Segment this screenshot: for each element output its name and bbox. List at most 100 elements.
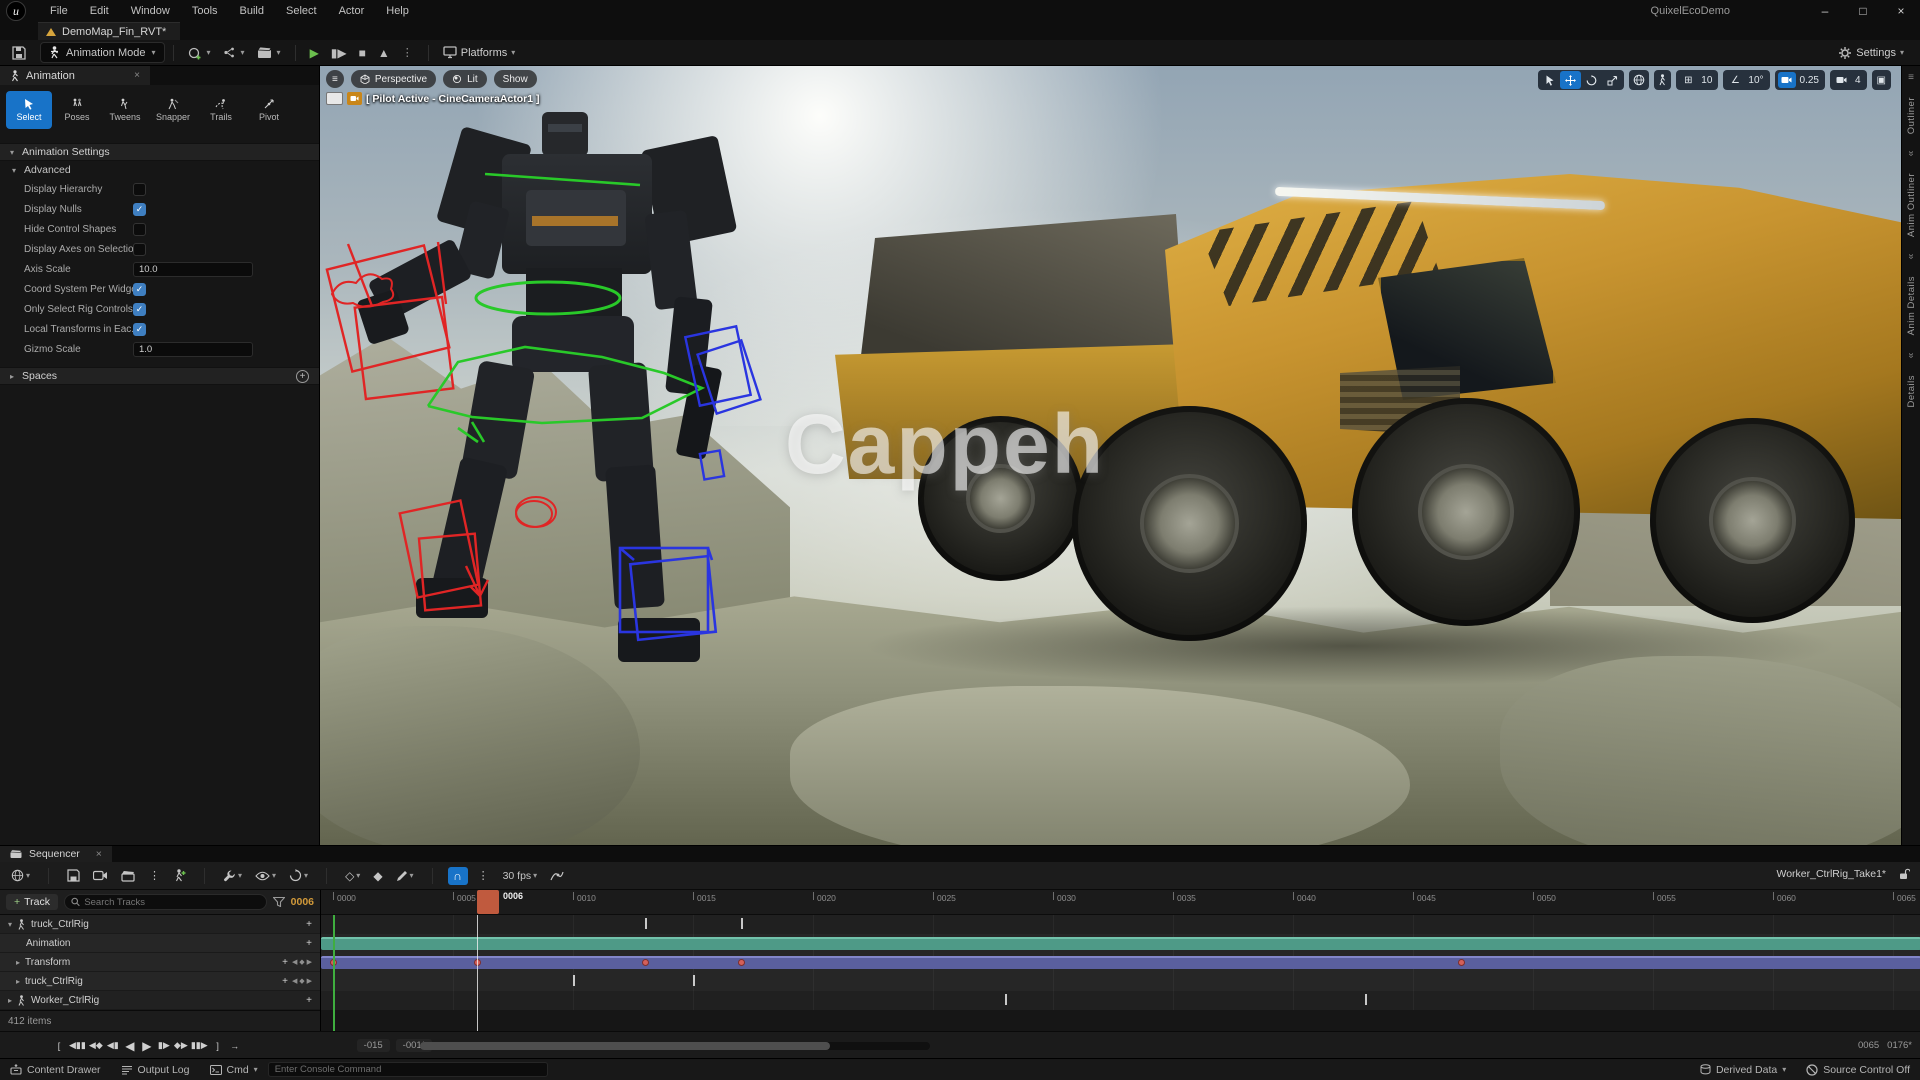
transport-next-frame-button[interactable]: ▮▶: [157, 1038, 171, 1054]
sequencer-tab[interactable]: Sequencer ×: [0, 846, 112, 862]
fps-dropdown[interactable]: 30 fps ▾: [500, 868, 541, 884]
sequence-name[interactable]: Worker_CtrlRig_Take1*: [1776, 868, 1886, 880]
checkbox[interactable]: [133, 243, 146, 256]
move-tool-button[interactable]: [1560, 71, 1581, 89]
chevron-right-icon[interactable]: ▸: [8, 996, 12, 1005]
transport-next-key-button[interactable]: ◆▶: [174, 1038, 188, 1054]
track-row-animation[interactable]: Animation +: [0, 934, 320, 953]
playhead-line[interactable]: [477, 915, 478, 1031]
add-track-button[interactable]: + Track: [6, 894, 58, 910]
level-tab[interactable]: DemoMap_Fin_RVT*: [38, 22, 180, 40]
close-icon[interactable]: ×: [96, 848, 102, 860]
scale-tool-button[interactable]: [1602, 71, 1623, 89]
tab-anim-outliner[interactable]: Anim Outliner: [1906, 173, 1917, 237]
checkbox[interactable]: ✓: [133, 303, 146, 316]
view-options-dropdown[interactable]: ▾: [252, 869, 279, 883]
add-key-button[interactable]: +: [282, 957, 288, 968]
tab-anim-details[interactable]: Anim Details: [1906, 276, 1917, 335]
platforms-dropdown[interactable]: Platforms ▾: [437, 43, 521, 62]
add-section-button[interactable]: +: [306, 919, 312, 930]
play-button[interactable]: ▶: [304, 43, 325, 63]
key-tick[interactable]: [645, 918, 647, 929]
edit-options-dropdown[interactable]: ▾: [393, 868, 417, 884]
key-navigation[interactable]: ◀ ◆ ▶: [292, 958, 312, 966]
keyframe-dot[interactable]: [1458, 959, 1465, 966]
transport-prev-frame-button[interactable]: ◀▮: [106, 1038, 120, 1054]
track-row-worker-ctrlrig[interactable]: ▸ Worker_CtrlRig +: [0, 991, 320, 1010]
mode-tweens-button[interactable]: Tweens: [102, 91, 148, 129]
skeleton-toggle-button[interactable]: [1654, 70, 1671, 90]
timeline[interactable]: 0000000500100015002000250030003500400045…: [320, 890, 1920, 1031]
transport-to-front-button[interactable]: [: [52, 1038, 66, 1054]
lock-icon[interactable]: [1898, 868, 1910, 880]
track-search[interactable]: [64, 894, 267, 910]
snap-toggle-button[interactable]: ∩: [448, 867, 468, 885]
transport-step-back-frames-button[interactable]: ◀▮▮: [69, 1038, 86, 1054]
stop-button[interactable]: ■: [353, 43, 372, 63]
close-icon[interactable]: ×: [134, 70, 140, 81]
auto-key-button[interactable]: ◆: [370, 867, 385, 885]
viewport[interactable]: Cappeh ≡ Perspective Lit Show [ Pilot Ac…: [320, 66, 1901, 845]
add-actor-dropdown[interactable]: ▾: [182, 43, 217, 63]
transport-loop-mode-button[interactable]: →: [228, 1038, 242, 1054]
checkbox[interactable]: ✓: [133, 323, 146, 336]
range-start-field[interactable]: -015: [357, 1039, 390, 1052]
content-drawer-button[interactable]: Content Drawer: [0, 1059, 111, 1080]
playhead-handle[interactable]: [477, 890, 499, 914]
editor-mode-dropdown[interactable]: Animation Mode ▾: [40, 42, 165, 63]
grid-snap-control[interactable]: ⊞ 10: [1676, 70, 1718, 90]
mode-poses-button[interactable]: Poses: [54, 91, 100, 129]
menu-help[interactable]: Help: [376, 2, 419, 20]
add-key-button[interactable]: +: [282, 976, 288, 987]
add-section-button[interactable]: +: [306, 938, 312, 949]
menu-tools[interactable]: Tools: [182, 2, 228, 20]
mode-trails-button[interactable]: Trails: [198, 91, 244, 129]
snap-options-button[interactable]: ⋮: [475, 867, 493, 884]
mode-pivot-button[interactable]: Pivot: [246, 91, 292, 129]
settings-dropdown[interactable]: Settings ▾: [1832, 43, 1910, 63]
search-tracks-input[interactable]: [84, 897, 259, 908]
derived-data-button[interactable]: Derived Data ▾: [1690, 1064, 1796, 1076]
blueprints-dropdown[interactable]: ▾: [217, 43, 251, 62]
play-options-button[interactable]: ⋮: [396, 43, 420, 62]
maximize-button[interactable]: □: [1844, 0, 1882, 22]
key-tick[interactable]: [1365, 994, 1367, 1005]
minimize-button[interactable]: –: [1806, 0, 1844, 22]
camera-count-control[interactable]: 4: [1830, 70, 1867, 90]
menu-select[interactable]: Select: [276, 2, 327, 20]
chevron-right-icon[interactable]: ▸: [16, 958, 20, 967]
key-tick[interactable]: [693, 975, 695, 986]
mode-snapper-button[interactable]: Snapper: [150, 91, 196, 129]
checkbox[interactable]: ✓: [133, 203, 146, 216]
range-end-field[interactable]: 0065: [1858, 1040, 1879, 1051]
gizmo-scale-field[interactable]: [133, 342, 253, 357]
checkbox[interactable]: [133, 223, 146, 236]
show-dropdown[interactable]: Show: [494, 70, 537, 88]
key-tick[interactable]: [741, 918, 743, 929]
lit-dropdown[interactable]: Lit: [443, 70, 487, 88]
keyframe-dot[interactable]: [738, 959, 745, 966]
select-tool-button[interactable]: [1539, 71, 1560, 89]
skip-to-next-button[interactable]: ▮▶: [325, 43, 353, 63]
section-spaces[interactable]: ▸ Spaces +: [0, 367, 319, 385]
render-options-button[interactable]: ⋮: [146, 867, 164, 884]
maximize-viewport-button[interactable]: ▣: [1872, 70, 1891, 90]
playback-options-dropdown[interactable]: ▾: [286, 867, 311, 884]
cmd-dropdown[interactable]: Cmd ▾: [200, 1059, 268, 1080]
perspective-dropdown[interactable]: Perspective: [351, 70, 436, 88]
keyframe-options-dropdown[interactable]: ◇ ▾: [342, 867, 363, 885]
menu-build[interactable]: Build: [230, 2, 274, 20]
render-movie-button[interactable]: [118, 868, 139, 884]
timeline-ruler[interactable]: 0000000500100015002000250030003500400045…: [321, 890, 1920, 915]
mode-select-button[interactable]: Select: [6, 91, 52, 129]
eject-button[interactable]: ▲: [372, 43, 396, 63]
source-control-button[interactable]: Source Control Off: [1796, 1064, 1920, 1076]
key-tick[interactable]: [1005, 994, 1007, 1005]
section-advanced[interactable]: ▾ Advanced: [0, 161, 319, 179]
add-actor-to-sequencer-button[interactable]: [171, 867, 189, 884]
add-space-button[interactable]: +: [296, 370, 309, 383]
current-frame-field[interactable]: 0006: [291, 896, 314, 908]
curve-editor-button[interactable]: [547, 868, 567, 884]
track-row-transform[interactable]: ▸ Transform + ◀ ◆ ▶: [0, 953, 320, 972]
section-animation-settings[interactable]: ▾ Animation Settings: [0, 143, 319, 161]
